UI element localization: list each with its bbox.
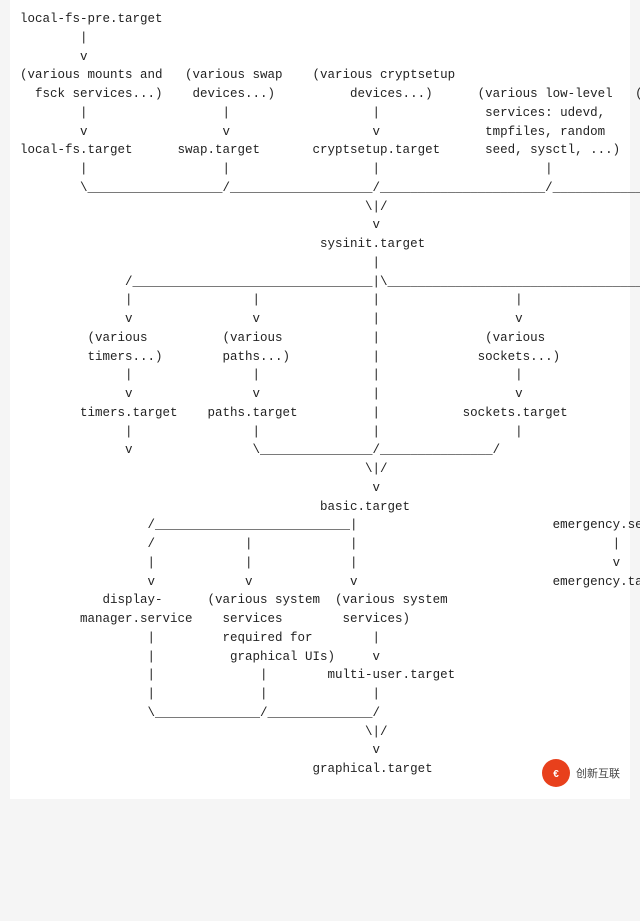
diagram-content: local-fs-pre.target | v (various mounts … — [20, 10, 620, 779]
watermark-text: 创新互联 — [576, 765, 620, 781]
svg-text:€: € — [553, 769, 559, 780]
page-container: local-fs-pre.target | v (various mounts … — [10, 0, 630, 799]
watermark: € 创新互联 — [542, 759, 620, 787]
logo-icon: € — [546, 763, 566, 783]
watermark-logo: € — [542, 759, 570, 787]
